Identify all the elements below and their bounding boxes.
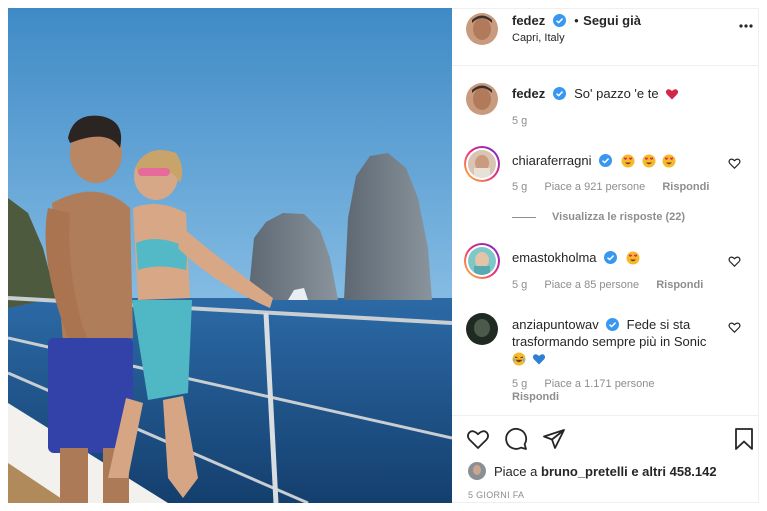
verified-badge-icon [606, 318, 620, 331]
reply-button[interactable]: Rispondi [662, 181, 709, 193]
comment-row-1: chiaraferragni [512, 152, 676, 170]
commenter-avatar-image [466, 313, 498, 345]
reply-button[interactable]: Rispondi [512, 391, 559, 403]
story-ring-avatar[interactable] [464, 146, 500, 182]
separator-dot: • [574, 13, 579, 28]
heart-eyes-emoji-icon [662, 154, 676, 168]
photo-scene [8, 8, 452, 503]
comment-meta-1: 5 g Piace a 921 persone Rispondi [512, 181, 723, 193]
comment-row-2: emastokholma [512, 249, 640, 267]
replies-divider [512, 217, 536, 218]
author-avatar-image [466, 13, 498, 45]
commenter-avatar-image [468, 150, 496, 178]
comment-username[interactable]: emastokholma [512, 250, 597, 265]
share-icon[interactable] [542, 427, 566, 451]
liker-username[interactable]: bruno_pretelli [541, 464, 628, 479]
caption-age: 5 g [512, 115, 528, 127]
view-replies-button[interactable]: Visualizza le risposte (22) [552, 211, 685, 223]
comment-meta-3: 5 g Piace a 1.171 persone [512, 378, 668, 390]
comment-like-heart-icon[interactable] [728, 321, 741, 334]
post-side-panel: fedez • Segui già Capri, Italy fedez So'… [452, 8, 759, 503]
comment-username[interactable]: chiaraferragni [512, 153, 592, 168]
comment-text-line2: trasformando sempre più in Sonic [512, 334, 707, 349]
liker-avatar-image [468, 462, 486, 480]
heart-eyes-emoji-icon [621, 154, 635, 168]
likes-summary: Piace a bruno_pretelli e altri 458.142 [494, 464, 717, 479]
commenter-avatar-image [468, 247, 496, 275]
more-options-icon[interactable] [738, 19, 754, 33]
like-heart-icon[interactable] [466, 427, 490, 451]
comment-likes-count[interactable]: Piace a 1.171 persone [544, 378, 654, 390]
post-header-title: fedez • Segui già [512, 12, 641, 30]
verified-badge-icon [552, 87, 566, 100]
author-username[interactable]: fedez [512, 13, 545, 28]
verified-badge-icon [552, 14, 566, 27]
commenter-avatar[interactable] [466, 313, 498, 345]
comment-likes-count[interactable]: Piace a 921 persone [544, 181, 645, 193]
comment-username[interactable]: anziapuntowav [512, 317, 599, 332]
verified-badge-icon [598, 154, 612, 167]
comment-like-heart-icon[interactable] [728, 255, 741, 268]
caption-text: So' pazzo 'e te [574, 86, 659, 101]
reply-button[interactable]: Rispondi [656, 279, 703, 291]
caption-avatar-image [466, 83, 498, 115]
post-location[interactable]: Capri, Italy [512, 32, 565, 44]
author-avatar[interactable] [466, 13, 498, 45]
liker-avatar[interactable] [468, 462, 486, 480]
comment-likes-count[interactable]: Piace a 85 persone [544, 279, 639, 291]
story-ring-avatar[interactable] [464, 243, 500, 279]
post-timestamp[interactable]: 5 GIORNI FA [468, 490, 524, 500]
caption-username[interactable]: fedez [512, 86, 545, 101]
comment-like-heart-icon[interactable] [728, 157, 741, 170]
follow-status-button[interactable]: Segui già [583, 13, 641, 28]
comment-row-3: anziapuntowav Fede si sta trasformando s… [512, 316, 734, 367]
comment-age: 5 g [512, 378, 528, 390]
blue-heart-emoji-icon [533, 354, 546, 365]
heart-emoji-icon [665, 89, 679, 100]
actions-divider [452, 415, 759, 416]
header-divider [452, 65, 759, 66]
comment-text-line1: Fede si sta [626, 317, 691, 332]
verified-badge-icon [604, 251, 617, 264]
save-bookmark-icon[interactable] [732, 427, 756, 451]
comment-age: 5 g [512, 279, 528, 291]
caption-text-row: fedez So' pazzo 'e te [512, 85, 679, 103]
comment-age: 5 g [512, 181, 528, 193]
heart-eyes-emoji-icon [626, 251, 640, 265]
comment-icon[interactable] [504, 427, 528, 451]
comment-meta-2: 5 g Piace a 85 persone Rispondi [512, 279, 717, 291]
laughing-emoji-icon [512, 352, 526, 366]
likes-count[interactable]: e altri 458.142 [631, 464, 716, 479]
likes-prefix: Piace a [494, 464, 538, 479]
caption-avatar[interactable] [466, 83, 498, 115]
heart-eyes-emoji-icon [642, 154, 656, 168]
post-photo[interactable] [8, 8, 452, 503]
